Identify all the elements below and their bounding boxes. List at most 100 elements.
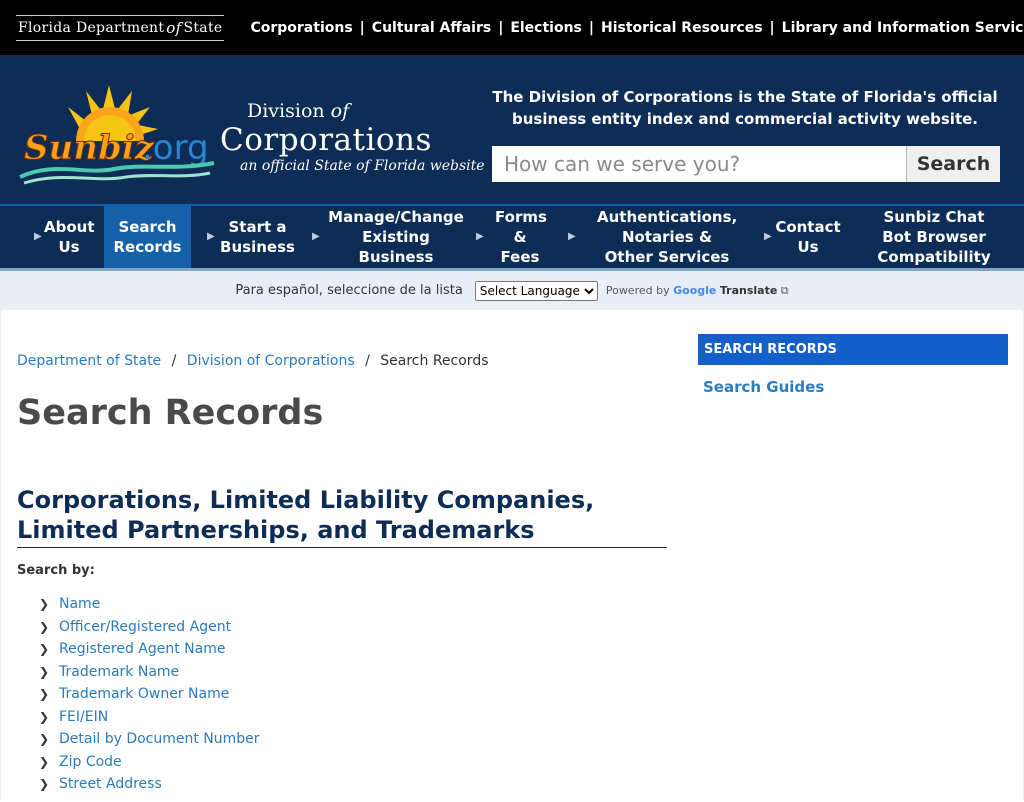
- top-link-elections[interactable]: Elections: [510, 20, 582, 36]
- division-of-corporations-title: Division of Corporations an official Sta…: [220, 100, 485, 174]
- sidebar-heading: SEARCH RECORDS: [698, 334, 1008, 365]
- site-header: Sunbiz .org Division of Corporations an …: [0, 55, 1024, 204]
- translate-bar: Para español, seleccione de la lista Sel…: [0, 268, 1024, 310]
- list-item: ❯ Name: [39, 593, 260, 616]
- search-link-officer-registered-agent[interactable]: Officer/Registered Agent: [59, 619, 231, 635]
- list-item: ❯ Trademark Name: [39, 661, 260, 684]
- top-link-historical-resources[interactable]: Historical Resources: [601, 20, 763, 36]
- search-link-trademark-name[interactable]: Trademark Name: [59, 664, 179, 680]
- division-of-word: of: [330, 100, 350, 122]
- translate-prompt: Para español, seleccione de la lista: [235, 283, 463, 298]
- nav-label: About Us: [44, 218, 95, 256]
- search-by-label: Search by:: [17, 563, 95, 578]
- chevron-right-icon: ❯: [39, 597, 50, 612]
- chevron-right-icon: ❯: [39, 732, 50, 747]
- logo-org-text: .org: [142, 128, 209, 168]
- nav-label: Sunbiz Chat Bot Browser Compatibility: [877, 208, 991, 266]
- top-link-library[interactable]: Library and Information Services: [782, 20, 1024, 36]
- logo-of: of: [166, 18, 182, 37]
- nav-about-us[interactable]: ▶ About Us: [0, 206, 104, 268]
- search-link-name[interactable]: Name: [59, 596, 100, 612]
- official-site-subtitle: an official State of Florida website: [240, 158, 485, 174]
- chevron-right-icon: ❯: [39, 619, 50, 634]
- chevron-right-icon: ❯: [39, 709, 50, 724]
- nav-label: Start a Business: [220, 218, 295, 256]
- site-search-button[interactable]: Search: [906, 146, 1000, 182]
- header-tagline: The Division of Corporations is the Stat…: [492, 88, 998, 128]
- site-search-input[interactable]: [492, 146, 906, 182]
- nav-caret-icon: ▶: [764, 231, 772, 242]
- language-select[interactable]: Select Language: [474, 280, 598, 301]
- search-link-fei-ein[interactable]: FEI/EIN: [59, 709, 108, 725]
- nav-manage-change-existing-business[interactable]: ▶ Manage/Change Existing Business: [304, 206, 474, 268]
- top-bar: Florida Department of State Corporations…: [0, 0, 1024, 55]
- powered-by-google: Powered by Google Translate ⧉: [606, 284, 789, 298]
- logo-part2: State: [183, 19, 223, 36]
- division-word: Division: [247, 100, 325, 122]
- chevron-right-icon: ❯: [39, 777, 50, 792]
- nav-authentications-notaries[interactable]: ▶ Authentications, Notaries & Other Serv…: [560, 206, 764, 268]
- separator: |: [498, 19, 504, 36]
- nav-label: Forms & Fees: [495, 208, 547, 266]
- separator: |: [769, 19, 775, 36]
- list-item: ❯ Street Address: [39, 773, 260, 796]
- list-item: ❯ Officer/Registered Agent: [39, 616, 260, 639]
- nav-label: Search Records: [113, 218, 182, 256]
- list-item: ❯ Detail by Document Number: [39, 728, 260, 751]
- section-title: Corporations, Limited Liability Companie…: [17, 485, 667, 548]
- search-by-list: ❯ Name ❯ Officer/Registered Agent ❯ Registe…: [39, 593, 260, 796]
- main-content: Department of State / Division of Corpor…: [0, 310, 1024, 800]
- nav-start-a-business[interactable]: ▶ Start a Business: [191, 206, 304, 268]
- nav-caret-icon: ▶: [476, 231, 484, 242]
- sidebar-search-guides-link[interactable]: Search Guides: [703, 378, 824, 396]
- google-word: Google: [673, 283, 717, 297]
- nav-sunbiz-chat-bot[interactable]: Sunbiz Chat Bot Browser Compatibility: [844, 206, 1024, 268]
- nav-caret-icon: ▶: [34, 231, 42, 242]
- separator: |: [359, 19, 365, 36]
- breadcrumb-separator: /: [365, 353, 370, 369]
- nav-label: Authentications, Notaries & Other Servic…: [597, 208, 738, 266]
- translate-link[interactable]: Translate: [720, 284, 777, 297]
- page-title: Search Records: [17, 393, 324, 433]
- main-nav: ▶ About Us Search Records ▶ Start a Busi…: [0, 204, 1024, 268]
- search-link-trademark-owner-name[interactable]: Trademark Owner Name: [59, 686, 229, 702]
- google-logo: Google: [673, 284, 716, 297]
- chevron-right-icon: ❯: [39, 754, 50, 769]
- top-link-cultural-affairs[interactable]: Cultural Affairs: [372, 20, 491, 36]
- breadcrumb-separator: /: [171, 353, 177, 369]
- search-link-zip-code[interactable]: Zip Code: [59, 754, 122, 770]
- chevron-right-icon: ❯: [39, 687, 50, 702]
- list-item: ❯ Zip Code: [39, 751, 260, 774]
- list-item: ❯ FEI/EIN: [39, 706, 260, 729]
- breadcrumb-current: Search Records: [380, 353, 489, 369]
- chevron-right-icon: ❯: [39, 664, 50, 679]
- nav-label: Manage/Change Existing Business: [328, 208, 464, 266]
- separator: |: [588, 19, 595, 36]
- external-link-icon: ⧉: [780, 283, 789, 297]
- logo-part1: Florida Department: [18, 19, 165, 36]
- breadcrumb: Department of State / Division of Corpor…: [17, 353, 489, 369]
- florida-department-of-state-logo[interactable]: Florida Department of State: [16, 14, 225, 41]
- powered-by-text: Powered by: [605, 283, 670, 297]
- nav-caret-icon: ▶: [568, 231, 576, 242]
- sunbiz-logo[interactable]: Sunbiz .org: [14, 79, 224, 194]
- corporations-word: Corporations: [220, 122, 432, 158]
- search-link-street-address[interactable]: Street Address: [59, 776, 162, 792]
- top-nav: Corporations | Cultural Affairs | Electi…: [250, 20, 1024, 36]
- nav-search-records[interactable]: Search Records: [104, 206, 191, 268]
- nav-caret-icon: ▶: [312, 231, 320, 242]
- top-link-corporations[interactable]: Corporations: [250, 20, 352, 36]
- chevron-right-icon: ❯: [39, 642, 50, 657]
- site-search: Search: [490, 144, 1002, 184]
- search-link-registered-agent-name[interactable]: Registered Agent Name: [59, 641, 225, 657]
- list-item: ❯ Registered Agent Name: [39, 638, 260, 661]
- list-item: ❯ Trademark Owner Name: [39, 683, 260, 706]
- nav-contact-us[interactable]: ▶ Contact Us: [764, 206, 844, 268]
- logo-wave2-icon: [23, 171, 211, 185]
- search-link-document-number[interactable]: Detail by Document Number: [59, 731, 260, 747]
- breadcrumb-department-of-state[interactable]: Department of State: [17, 353, 161, 369]
- nav-forms-fees[interactable]: ▶ Forms & Fees: [474, 206, 560, 268]
- breadcrumb-division-of-corporations[interactable]: Division of Corporations: [187, 353, 355, 369]
- logo-sunbiz-text: Sunbiz: [24, 128, 155, 168]
- division-line: Division of: [247, 100, 485, 122]
